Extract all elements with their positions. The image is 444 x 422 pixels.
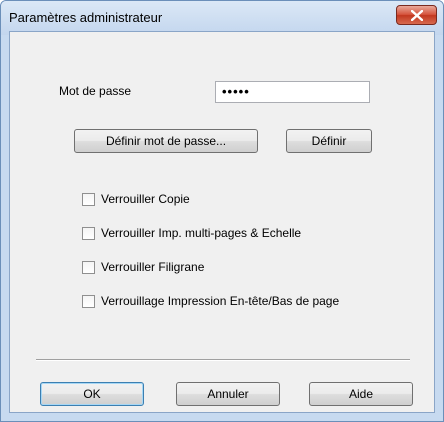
help-button[interactable]: Aide	[309, 382, 413, 406]
checkbox-lock-copy[interactable]	[82, 193, 95, 206]
checkbox-lock-header-footer[interactable]	[82, 295, 95, 308]
ok-button[interactable]: OK	[40, 382, 144, 406]
close-button[interactable]	[396, 5, 437, 25]
checkbox-lock-multipage[interactable]	[82, 227, 95, 240]
checkbox-label-lock-multipage[interactable]: Verrouiller Imp. multi-pages & Echelle	[101, 226, 301, 240]
dialog-window: Paramètres administrateur Mot de passe •…	[0, 0, 444, 422]
separator	[36, 359, 410, 361]
checkbox-label-lock-watermark[interactable]: Verrouiller Filigrane	[101, 260, 204, 274]
password-input[interactable]: •••••	[215, 81, 370, 103]
checkbox-label-lock-header-footer[interactable]: Verrouillage Impression En-tête/Bas de p…	[101, 294, 339, 308]
close-icon	[411, 10, 423, 21]
title-bar[interactable]: Paramètres administrateur	[1, 1, 443, 35]
cancel-button[interactable]: Annuler	[176, 382, 280, 406]
window-title: Paramètres administrateur	[9, 10, 163, 25]
define-password-button[interactable]: Définir mot de passe...	[74, 129, 258, 153]
define-button[interactable]: Définir	[286, 129, 372, 153]
password-label: Mot de passe	[59, 84, 132, 98]
checkbox-lock-watermark[interactable]	[82, 261, 95, 274]
dialog-content: Mot de passe ••••• Définir mot de passe.…	[9, 31, 435, 413]
checkbox-label-lock-copy[interactable]: Verrouiller Copie	[101, 192, 190, 206]
